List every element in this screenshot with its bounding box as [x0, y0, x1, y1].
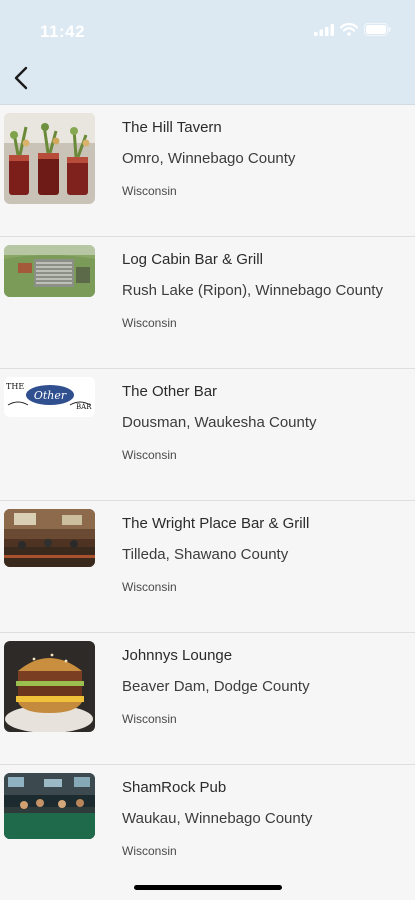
bar-list: The Hill Tavern Omro, Winnebago County W… — [0, 105, 415, 895]
bar-photo — [4, 773, 95, 839]
list-item[interactable]: The Wright Place Bar & Grill Tilleda, Sh… — [0, 501, 415, 633]
bar-logo: THE Other BAR — [4, 377, 95, 417]
bar-state: Wisconsin — [122, 184, 177, 198]
bar-location: Rush Lake (Ripon), Winnebago County — [122, 282, 383, 299]
bar-name: ShamRock Pub — [122, 779, 227, 796]
wifi-icon — [339, 23, 359, 41]
list-item[interactable]: Johnnys Lounge Beaver Dam, Dodge County … — [0, 633, 415, 765]
bar-location: Tilleda, Shawano County — [122, 546, 289, 563]
list-item[interactable]: ShamRock Pub Waukau, Winnebago County Wi… — [0, 765, 415, 895]
bar-photo — [4, 641, 95, 732]
bar-name: Log Cabin Bar & Grill — [122, 251, 263, 268]
back-button[interactable] — [4, 62, 38, 98]
logo-text-right: BAR — [76, 403, 92, 411]
signal-icon — [314, 23, 334, 41]
bar-name: The Hill Tavern — [122, 119, 222, 136]
bar-photo — [4, 509, 95, 567]
bar-photo — [4, 113, 95, 204]
logo-text-center: Other — [34, 389, 67, 402]
bar-photo — [4, 245, 95, 297]
bar-name: Johnnys Lounge — [122, 647, 233, 664]
bar-location: Omro, Winnebago County — [122, 150, 296, 167]
list-item[interactable]: The Hill Tavern Omro, Winnebago County W… — [0, 105, 415, 237]
bar-name: The Other Bar — [122, 383, 218, 400]
bar-state: Wisconsin — [122, 448, 177, 462]
bar-state: Wisconsin — [122, 580, 177, 594]
chevron-left-icon — [14, 66, 28, 95]
list-item[interactable]: Log Cabin Bar & Grill Rush Lake (Ripon),… — [0, 237, 415, 369]
bar-location: Dousman, Waukesha County — [122, 414, 317, 431]
bar-name: The Wright Place Bar & Grill — [122, 515, 310, 532]
battery-icon — [364, 23, 391, 41]
status-time: 11:42 — [40, 22, 86, 41]
status-icons — [314, 23, 391, 41]
list-item[interactable]: THE Other BAR The Other Bar Dousman, Wau… — [0, 369, 415, 501]
bar-state: Wisconsin — [122, 712, 177, 726]
bar-location: Beaver Dam, Dodge County — [122, 678, 310, 695]
home-indicator[interactable] — [134, 885, 282, 890]
bar-state: Wisconsin — [122, 316, 177, 330]
logo-text-left: THE — [6, 382, 24, 391]
bar-state: Wisconsin — [122, 844, 177, 858]
bar-location: Waukau, Winnebago County — [122, 810, 313, 827]
top-bar: 11:42 — [0, 0, 415, 105]
